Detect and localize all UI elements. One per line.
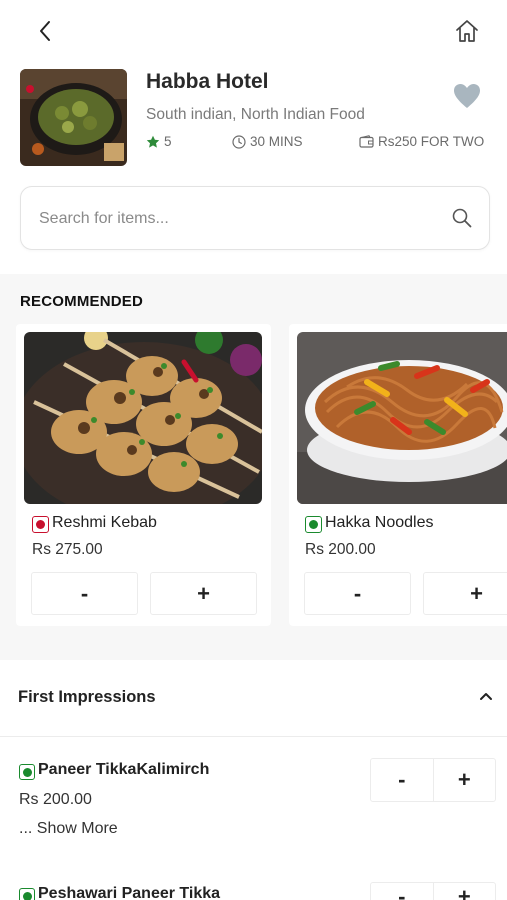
hakka-noodles-image (297, 332, 507, 504)
recommended-card[interactable]: Reshmi Kebab Rs 275.00 - + (16, 324, 271, 626)
collapse-button[interactable] (476, 686, 498, 708)
recommended-title: RECOMMENDED (20, 293, 144, 310)
category-title: First Impressions (18, 688, 156, 706)
increase-quantity-button[interactable]: + (150, 572, 257, 615)
card-item-name: Reshmi Kebab (52, 514, 157, 531)
card-item-name: Hakka Noodles (325, 514, 434, 531)
menu-item: Paneer TikkaKalimirch Rs 200.00 ... Show… (0, 752, 507, 852)
divider (0, 736, 507, 737)
increase-quantity-button[interactable]: + (432, 759, 496, 801)
delivery-time: 30 MINS (250, 134, 303, 149)
back-button[interactable] (30, 16, 60, 46)
veg-icon (305, 516, 322, 533)
back-arrow-icon (40, 21, 50, 41)
veg-icon (19, 764, 35, 780)
category-header[interactable]: First Impressions (0, 670, 507, 728)
top-bar (0, 0, 507, 62)
item-price: Rs 200.00 (19, 791, 92, 808)
hotel-header: Habba Hotel South indian, North Indian F… (0, 68, 507, 172)
home-icon (456, 20, 478, 42)
hotel-cuisine: South indian, North Indian Food (146, 106, 365, 123)
show-more-link[interactable]: ... Show More (19, 820, 118, 838)
home-button[interactable] (450, 14, 484, 48)
quantity-stepper: - + (370, 882, 496, 900)
reshmi-kebab-image (24, 332, 262, 504)
quantity-stepper: - + (370, 758, 496, 802)
rating-value: 5 (164, 134, 172, 149)
card-item-price: Rs 275.00 (32, 541, 103, 558)
rating-meta: 5 (146, 134, 172, 149)
decrease-quantity-button[interactable]: - (371, 759, 433, 801)
decrease-quantity-button[interactable]: - (31, 572, 138, 615)
recommended-section: RECOMMENDED Reshmi Kebab Rs 275.00 - + H… (0, 274, 507, 660)
hotel-image (20, 69, 127, 166)
chevron-up-icon (480, 693, 492, 700)
item-name: Peshawari Paneer Tikka (38, 885, 221, 900)
decrease-quantity-button[interactable]: - (371, 883, 433, 900)
star-icon (146, 135, 160, 148)
heart-icon (454, 84, 480, 108)
search-input[interactable] (39, 205, 439, 233)
increase-quantity-button[interactable]: + (423, 572, 507, 615)
clock-icon (232, 134, 246, 149)
favorite-button[interactable] (452, 82, 484, 114)
time-meta: 30 MINS (232, 134, 303, 149)
search-icon (452, 208, 472, 228)
decrease-quantity-button[interactable]: - (304, 572, 411, 615)
menu-item: Peshawari Paneer Tikka - + (0, 876, 507, 900)
hotel-name: Habba Hotel (146, 70, 269, 93)
wallet-icon (359, 135, 374, 148)
veg-icon (19, 888, 35, 900)
cost-meta: Rs250 FOR TWO (359, 134, 484, 149)
card-item-price: Rs 200.00 (305, 541, 376, 558)
cost-for-two: Rs250 FOR TWO (378, 134, 485, 149)
search-button[interactable] (451, 207, 475, 231)
item-name: Paneer TikkaKalimirch (38, 761, 210, 778)
non-veg-icon (32, 516, 49, 533)
search-box (20, 186, 490, 250)
recommended-card[interactable]: Hakka Noodles Rs 200.00 - + (289, 324, 507, 626)
increase-quantity-button[interactable]: + (432, 883, 496, 900)
